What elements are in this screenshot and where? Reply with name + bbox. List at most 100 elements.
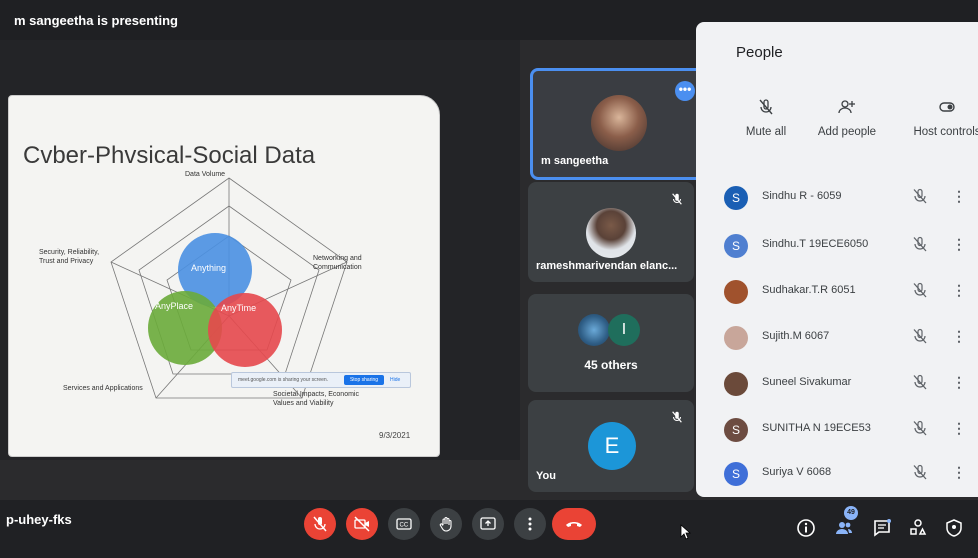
presenter-name: m sangeetha [541,155,609,167]
people-panel-title: People [736,44,783,61]
participant-row[interactable]: Sujith.M 6067 ⋮ [716,320,978,356]
self-label: You [536,470,556,482]
participant-tile-second[interactable]: rameshmarivendan elanc... [528,182,694,282]
add-people-button[interactable]: Add people [812,98,882,138]
participant-more-button[interactable]: ⋮ [952,328,966,345]
participant-name: Suriya V 6068 [762,466,832,478]
participant-row[interactable]: S SUNITHA N 19ECE53 ⋮ [716,412,978,448]
people-icon[interactable] [834,518,854,538]
data-volume-label: Data Volume [185,171,226,178]
chat-icon[interactable] [872,518,892,538]
participant-avatar: S [724,186,748,210]
leave-call-button[interactable] [552,508,596,540]
participant-row[interactable]: S Sindhu.T 19ECE6050 ⋮ [716,228,978,264]
present-icon [480,517,496,530]
security-label: Security, Reliability, Trust and Privacy [39,249,100,265]
participant-more-button[interactable]: ⋮ [952,420,966,437]
participant-avatar: S [724,234,748,258]
participant-more-button[interactable]: ⋮ [952,236,966,253]
participant-avatar: S [724,418,748,442]
participant-row[interactable]: S Sindhu R - 6059 ⋮ [716,180,978,216]
mic-off-icon[interactable] [912,328,928,344]
toggle-icon [939,102,955,112]
mouse-cursor-icon [680,524,692,540]
participant-more-button[interactable]: ⋮ [952,282,966,299]
captions-icon: CC [396,518,412,530]
participant-name: Sudhakar.T.R 6051 [762,284,856,296]
participant-avatar [724,326,748,350]
anything-label: Anything [191,263,227,273]
tile-options-button[interactable]: ••• [675,81,695,101]
participant-row[interactable]: Sudhakar.T.R 6051 ⋮ [716,274,978,310]
mic-off-icon[interactable] [912,188,928,204]
others-count: 45 others [584,358,638,372]
participant-name: SUNITHA N 19ECE53 [762,422,871,434]
people-count-badge: 49 [844,506,858,520]
shared-slide: Cvber-Phvsical-Social Data Anything AnyP… [8,95,440,457]
participant-tile-presenter[interactable]: ••• m sangeetha [530,68,704,180]
people-panel: People Mute all Add people Host controls… [696,22,978,497]
participant-avatar: S [724,462,748,486]
captions-button[interactable]: CC [388,508,420,540]
participant-more-button[interactable]: ⋮ [952,464,966,481]
mic-off-icon[interactable] [912,236,928,252]
screen-share-notice: meet.google.com is sharing your screen. … [231,372,411,388]
mute-all-label: Mute all [745,126,787,138]
share-notice-text: meet.google.com is sharing your screen. [238,377,329,383]
others-avatar-photo [578,314,610,346]
participant-name: Sindhu.T 19ECE6050 [762,238,869,250]
mic-toggle-button[interactable] [304,508,336,540]
mute-all-button[interactable]: Mute all [736,98,796,138]
participant-row[interactable]: Suneel Sivakumar ⋮ [716,366,978,402]
others-avatar-initial: I [608,314,640,346]
raise-hand-button[interactable] [430,508,462,540]
hide-button[interactable]: Hide [390,377,400,383]
participant-name: rameshmarivendan elanc... [536,260,678,272]
mic-off-icon [672,193,682,205]
participant-avatar [724,280,748,304]
host-safety-icon[interactable] [944,518,964,538]
mic-off-icon [759,99,773,115]
meeting-code: p-uhey-fks [6,512,72,527]
participant-more-button[interactable]: ⋮ [952,188,966,205]
participant-avatar [724,372,748,396]
host-controls-button[interactable]: Host controls [902,98,978,138]
mic-off-icon[interactable] [912,374,928,390]
camera-toggle-button[interactable] [346,508,378,540]
more-options-button[interactable] [514,508,546,540]
presenter-avatar [591,95,647,151]
mic-off-icon[interactable] [912,420,928,436]
svg-text:CC: CC [400,523,409,529]
more-vert-icon [528,517,532,531]
info-icon[interactable] [796,518,816,538]
stop-sharing-button[interactable]: Stop sharing [344,375,384,385]
host-controls-label: Host controls [913,126,978,138]
present-button[interactable] [472,508,504,540]
add-people-label: Add people [817,126,877,138]
societal-label: Societal Impacts, Economic Values and Vi… [273,391,359,407]
anyplace-label: AnyPlace [155,301,194,311]
add-person-icon [838,100,855,114]
camera-off-icon [354,516,370,532]
hand-icon [439,516,452,532]
mic-off-icon [313,516,327,532]
participant-more-button[interactable]: ⋮ [952,374,966,391]
networking-label: Networking and Communication [313,255,362,271]
presenting-banner: m sangeetha is presenting [14,13,178,28]
participant-name: Sindhu R - 6059 [762,190,842,202]
others-tile[interactable]: I 45 others [528,294,694,392]
self-avatar: E [588,422,636,470]
mic-off-icon[interactable] [912,464,928,480]
participant-avatar [586,208,636,258]
participant-name: Sujith.M 6067 [762,330,830,342]
activities-icon[interactable] [908,518,928,538]
mic-off-icon[interactable] [912,282,928,298]
mic-off-icon [672,411,682,423]
hang-up-icon [566,522,582,527]
slide-date: 9/3/2021 [379,431,411,440]
services-label: Services and Applications [63,385,143,392]
participant-name: Suneel Sivakumar [762,376,852,388]
self-tile[interactable]: E You [528,400,694,492]
participant-row[interactable]: S Suriya V 6068 ⋮ [716,456,978,492]
anytime-label: AnyTime [221,303,257,313]
